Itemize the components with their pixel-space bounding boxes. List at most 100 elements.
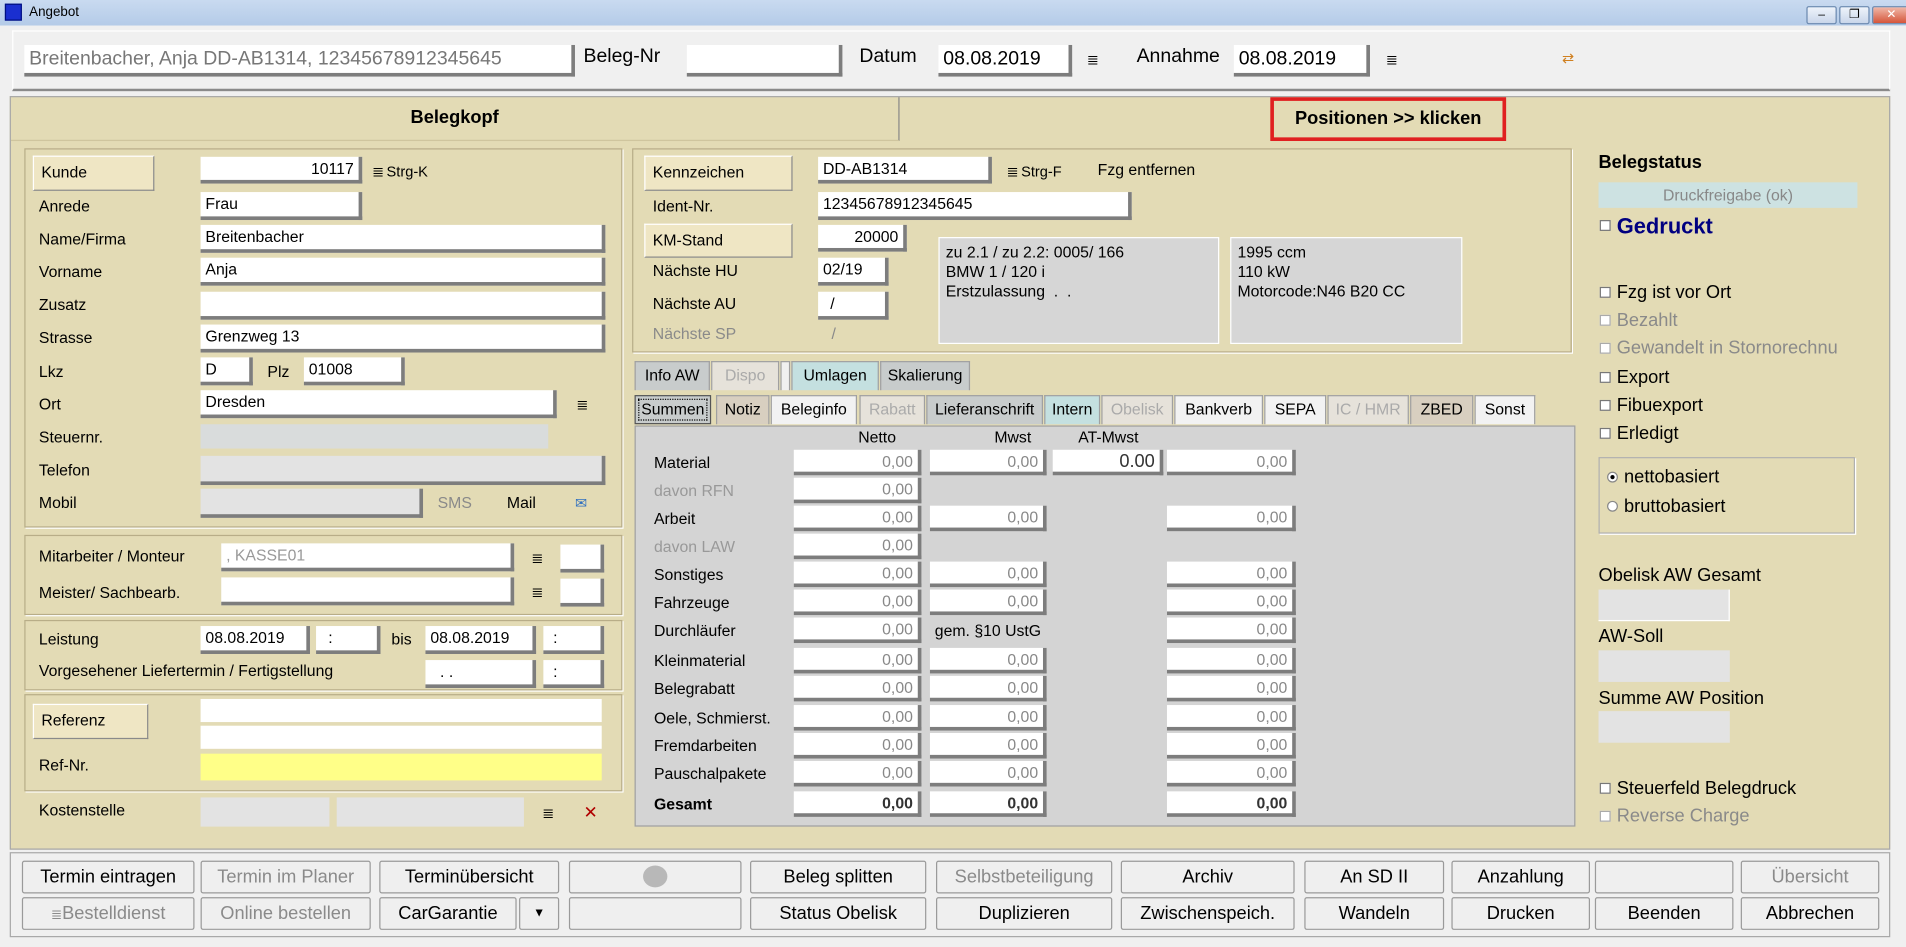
archiv-button[interactable]: Archiv <box>1121 861 1295 894</box>
fzg-entfernen-link[interactable]: Fzg entfernen <box>1098 160 1196 178</box>
summen-netto-field[interactable]: 0,00 <box>794 478 922 504</box>
km-stand-button[interactable]: KM-Stand <box>644 224 792 258</box>
calendar-list-icon[interactable]: ≣ <box>1386 52 1398 67</box>
summen-at-mwst-field[interactable]: 0.00 <box>1053 450 1164 476</box>
tab-beleginfo[interactable]: Beleginfo <box>771 395 857 424</box>
tab-sonst[interactable]: Sonst <box>1475 395 1536 424</box>
summen-netto-field[interactable]: 0,00 <box>794 506 922 532</box>
summen-netto-field[interactable]: 0,00 <box>794 648 922 674</box>
duplizieren-button[interactable]: Duplizieren <box>936 897 1112 930</box>
tab-belegkopf[interactable]: Belegkopf <box>11 97 900 141</box>
summen-extra-field[interactable]: 0,00 <box>1167 506 1296 532</box>
au-field[interactable]: / <box>818 292 889 320</box>
list-icon[interactable]: ≣ <box>1007 164 1019 179</box>
radio-button[interactable] <box>1607 472 1618 483</box>
summen-netto-field[interactable]: 0,00 <box>794 791 922 817</box>
beleg-splitten-button[interactable]: Beleg splitten <box>750 861 926 894</box>
customer-summary-field[interactable]: Breitenbacher, Anja DD-AB1314, 123456789… <box>24 45 575 77</box>
delete-icon[interactable]: ✕ <box>583 805 597 820</box>
beenden-button[interactable]: Beenden <box>1595 897 1734 930</box>
summen-netto-field[interactable]: 0,00 <box>794 676 922 702</box>
close-button[interactable]: ✕ <box>1872 6 1906 24</box>
anrede-field[interactable]: Frau <box>201 192 363 220</box>
summen-mwst-field[interactable]: 0,00 <box>930 676 1047 702</box>
summen-netto-field[interactable]: 0,00 <box>794 733 922 759</box>
summen-extra-field[interactable]: 0,00 <box>1167 648 1296 674</box>
summen-netto-field[interactable]: 0,00 <box>794 534 922 560</box>
tab-notiz[interactable]: Notiz <box>716 395 769 424</box>
summen-mwst-field[interactable]: 0,00 <box>930 791 1047 817</box>
kostenstelle-field-2[interactable] <box>337 797 524 826</box>
summen-extra-field[interactable]: 0,00 <box>1167 761 1296 787</box>
kunde-button[interactable]: Kunde <box>33 156 155 191</box>
leistung-bis-field[interactable]: 08.08.2019 <box>425 626 536 654</box>
blank-button[interactable] <box>569 897 742 930</box>
tab-umlagen[interactable]: Umlagen <box>791 361 879 390</box>
summen-mwst-field[interactable]: 0,00 <box>930 733 1047 759</box>
restore-button[interactable]: ❐ <box>1839 6 1869 24</box>
ident-field[interactable]: 12345678912345645 <box>818 192 1132 220</box>
kennzeichen-button[interactable]: Kennzeichen <box>644 156 792 191</box>
checkbox[interactable] <box>1600 287 1611 298</box>
summen-extra-field[interactable]: 0,00 <box>1167 791 1296 817</box>
an-sd-ii-button[interactable]: An SD II <box>1304 861 1444 894</box>
tab-positionen[interactable]: Positionen >> klicken <box>1270 97 1506 141</box>
plz-field[interactable]: 01008 <box>304 357 405 385</box>
drucken-button[interactable]: Drucken <box>1451 897 1590 930</box>
summen-extra-field[interactable]: 0,00 <box>1167 676 1296 702</box>
referenz-field-1[interactable] <box>201 699 602 722</box>
telefon-field[interactable] <box>201 456 606 485</box>
abbrechen-button[interactable]: Abbrechen <box>1741 897 1880 930</box>
summen-mwst-field[interactable]: 0,00 <box>930 562 1047 588</box>
summen-netto-field[interactable]: 0,00 <box>794 562 922 588</box>
liefertermin-field[interactable]: . . <box>425 660 536 688</box>
status-obelisk-button[interactable]: Status Obelisk <box>750 897 926 930</box>
tab-sepa[interactable]: SEPA <box>1264 395 1326 424</box>
liefertermin-zeit-field[interactable]: : <box>543 660 604 688</box>
termin-eintragen-button[interactable]: Termin eintragen <box>22 861 195 894</box>
zwischenspeich-button[interactable]: Zwischenspeich. <box>1121 897 1295 930</box>
gedruckt-checkbox[interactable]: Gedruckt <box>1600 214 1713 240</box>
tab-bankverb[interactable]: Bankverb <box>1174 395 1263 424</box>
tab-zbed[interactable]: ZBED <box>1410 395 1473 424</box>
summen-netto-field[interactable]: 0,00 <box>794 450 922 476</box>
cargarantie-dropdown-button[interactable]: ▼ <box>519 897 559 930</box>
radio-nettobasiert[interactable]: nettobasiert <box>1607 467 1719 488</box>
list-icon[interactable]: ≣ <box>576 398 588 413</box>
summen-extra-field[interactable]: 0,00 <box>1167 590 1296 616</box>
strasse-field[interactable]: Grenzweg 13 <box>201 325 606 353</box>
status-checkbox-fzg-ist-vor-ort[interactable]: Fzg ist vor Ort <box>1600 282 1732 303</box>
tab-lieferanschrift[interactable]: Lieferanschrift <box>926 395 1043 424</box>
blank-button[interactable] <box>1595 861 1734 894</box>
list-icon[interactable]: ≣ <box>542 806 554 821</box>
summen-mwst-field[interactable]: 0,00 <box>930 450 1047 476</box>
leistung-von-zeit-field[interactable]: : <box>316 626 380 654</box>
summen-extra-field[interactable]: 0,00 <box>1167 733 1296 759</box>
checkbox[interactable] <box>1600 220 1611 231</box>
annahme-field[interactable]: 08.08.2019 <box>1234 45 1370 77</box>
radio-button[interactable] <box>1607 501 1618 512</box>
status-checkbox-erledigt[interactable]: Erledigt <box>1600 423 1679 444</box>
meister-code-field[interactable] <box>560 579 604 607</box>
checkbox[interactable] <box>1600 400 1611 411</box>
calendar-list-icon[interactable]: ≣ <box>1087 52 1099 67</box>
summen-extra-field[interactable]: 0,00 <box>1167 562 1296 588</box>
name-field[interactable]: Breitenbacher <box>201 225 606 253</box>
summen-mwst-field[interactable]: 0,00 <box>930 590 1047 616</box>
leistung-von-field[interactable]: 08.08.2019 <box>201 626 310 654</box>
leistung-bis-zeit-field[interactable]: : <box>543 626 604 654</box>
mail-link[interactable]: Mail <box>507 494 536 512</box>
kostenstelle-field-1[interactable] <box>201 797 330 826</box>
summen-mwst-field[interactable]: 0,00 <box>930 705 1047 731</box>
mail-send-icon[interactable]: ✉ <box>575 496 587 511</box>
refresh-icon[interactable]: ⇄ <box>1562 51 1574 66</box>
summen-mwst-field[interactable]: 0,00 <box>930 506 1047 532</box>
list-icon[interactable]: ≣ <box>372 164 384 179</box>
radio-bruttobasiert[interactable]: bruttobasiert <box>1607 496 1725 517</box>
refnr-field[interactable] <box>201 754 602 781</box>
kennzeichen-field[interactable]: DD-AB1314 <box>818 157 992 184</box>
checkbox[interactable] <box>1600 428 1611 439</box>
summen-netto-field[interactable]: 0,00 <box>794 590 922 616</box>
kunde-field[interactable]: 10117 <box>201 157 363 184</box>
datum-field[interactable]: 08.08.2019 <box>938 45 1072 77</box>
